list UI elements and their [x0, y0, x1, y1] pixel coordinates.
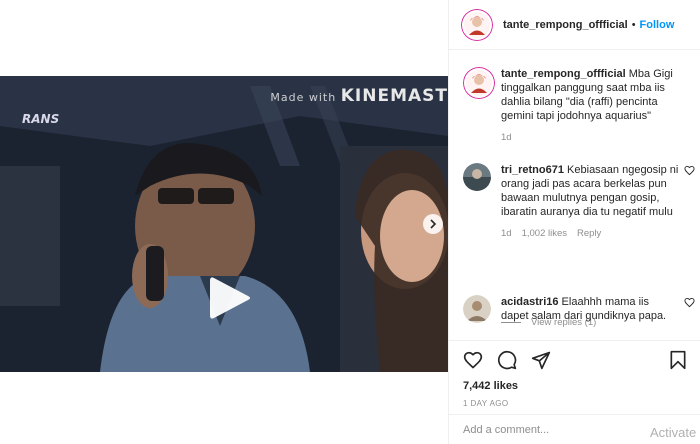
comment-like-icon[interactable]: [684, 165, 695, 176]
post-actions: 7,442 likes 1 DAY AGO: [449, 340, 700, 408]
carousel-next-button[interactable]: [423, 214, 443, 234]
comment-username[interactable]: acidastri16: [501, 296, 558, 308]
bookmark-icon[interactable]: [669, 350, 687, 370]
video-player[interactable]: Made with KINEMAST RANS: [0, 76, 448, 372]
comment-time: 1d: [501, 228, 512, 239]
post-header: tante_rempong_offficial • Follow: [449, 0, 700, 50]
likes-count[interactable]: 7,442 likes: [463, 380, 687, 392]
comment-item: acidastri16 Elaahhh mama iis dapet salam…: [463, 295, 695, 339]
header-username[interactable]: tante_rempong_offficial: [503, 19, 628, 31]
post-timestamp: 1 DAY AGO: [463, 399, 509, 408]
comment-body: tri_retno671 Kebiasaan ngegosip ni orang…: [501, 163, 679, 241]
play-icon[interactable]: [202, 272, 254, 324]
heart-icon[interactable]: [463, 350, 483, 370]
comment-item: tri_retno671 Kebiasaan ngegosip ni orang…: [463, 163, 695, 263]
comment-icon[interactable]: [497, 350, 517, 370]
post-side-panel: tante_rempong_offficial • Follow tante_r…: [448, 0, 700, 444]
reply-button[interactable]: Reply: [577, 227, 601, 241]
channel-logo: RANS: [22, 112, 60, 126]
kinemaster-watermark: Made with KINEMAST: [270, 86, 448, 106]
comment-avatar[interactable]: [463, 295, 491, 323]
comment-likes[interactable]: 1,002 likes: [522, 227, 567, 241]
chevron-right-icon: [430, 219, 437, 229]
caption-username[interactable]: tante_rempong_offficial: [501, 68, 626, 80]
comments-list[interactable]: tante_rempong_offficial Mba Gigi tinggal…: [449, 51, 700, 339]
comment-avatar[interactable]: [463, 163, 491, 191]
caption-avatar[interactable]: [463, 67, 495, 99]
follow-button[interactable]: Follow: [640, 19, 675, 31]
header-separator: •: [631, 18, 636, 31]
share-icon[interactable]: [531, 350, 551, 370]
activate-windows-watermark: Activate: [650, 425, 697, 440]
comment-like-icon[interactable]: [684, 297, 695, 308]
caption: tante_rempong_offficial Mba Gigi tinggal…: [463, 67, 695, 157]
caption-time: 1d: [501, 132, 512, 143]
caption-body: tante_rempong_offficial Mba Gigi tinggal…: [501, 67, 679, 145]
post-media-area: Made with KINEMAST RANS: [0, 0, 448, 444]
comment-username[interactable]: tri_retno671: [501, 164, 564, 176]
profile-avatar[interactable]: [461, 8, 493, 41]
comment-body: acidastri16 Elaahhh mama iis dapet salam…: [501, 295, 679, 323]
